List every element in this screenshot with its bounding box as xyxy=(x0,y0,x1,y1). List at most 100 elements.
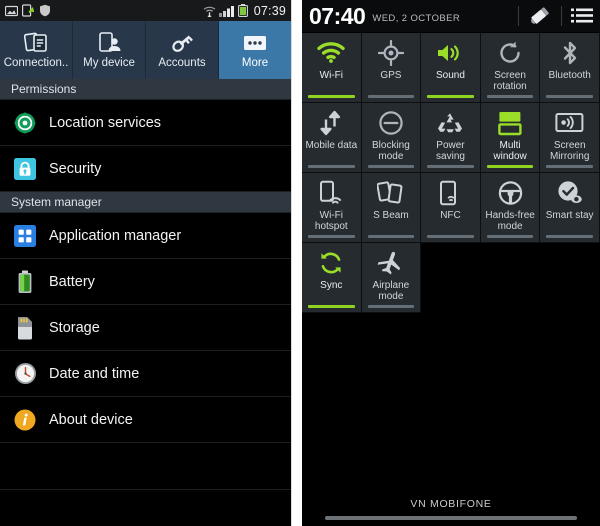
divider xyxy=(518,6,519,26)
tab-label: Connection.. xyxy=(3,57,69,69)
qs-tile-nfc[interactable]: NFC xyxy=(421,173,481,243)
qs-tile-status-bar xyxy=(308,165,355,168)
notification-list-icon[interactable] xyxy=(571,7,593,25)
settings-item-label: About device xyxy=(49,411,133,428)
qs-tile-blocking-mode[interactable]: Blocking mode xyxy=(361,103,422,173)
power-saving-icon xyxy=(436,106,464,140)
qs-tile-s-beam[interactable]: S Beam xyxy=(361,173,422,243)
qs-tile-screen-rotation[interactable]: Screen rotation xyxy=(480,33,541,103)
qs-tile-status-bar xyxy=(427,165,474,168)
qs-tile-status-bar xyxy=(427,95,474,98)
divider xyxy=(561,6,562,26)
qs-tile-status-bar xyxy=(308,235,355,238)
wifi-hotspot-icon xyxy=(318,176,344,210)
qs-tile-multi-window[interactable]: Multi window xyxy=(480,103,541,173)
qs-tile-label: Power saving xyxy=(436,140,465,162)
settings-item-storage[interactable]: Storage xyxy=(0,305,291,351)
status-bar: 07:39 xyxy=(0,0,291,21)
shield-icon xyxy=(39,4,51,17)
security-lock-icon xyxy=(12,156,38,182)
qs-tile-status-bar xyxy=(367,305,415,308)
qs-tile-airplane-mode[interactable]: Airplane mode xyxy=(361,243,422,313)
tab-my-device[interactable]: My device xyxy=(72,21,145,79)
tab-label: More xyxy=(241,57,269,69)
qs-tile-label: Multi window xyxy=(493,140,527,162)
tab-more[interactable]: More xyxy=(218,21,291,79)
qs-tile-label: Sound xyxy=(436,70,465,81)
status-bar-clock: 07:39 xyxy=(253,3,286,18)
wifi-weak-icon xyxy=(203,5,216,17)
panel-drag-handle[interactable] xyxy=(325,516,577,520)
tab-label: Accounts xyxy=(158,57,206,69)
connections-icon xyxy=(23,31,49,55)
settings-item-location-services[interactable]: Location services xyxy=(0,100,291,146)
blocking-mode-icon xyxy=(378,106,404,140)
qs-tile-label: Sync xyxy=(320,280,343,291)
quick-settings-header: 07:40 WED, 2 OCTOBER xyxy=(302,0,600,33)
qs-tile-smart-stay[interactable]: Smart stay xyxy=(540,173,600,243)
battery-icon xyxy=(237,4,248,17)
hands-free-icon xyxy=(497,176,524,210)
section-header-system-manager: System manager xyxy=(0,192,291,213)
tab-connections[interactable]: Connection.. xyxy=(0,21,72,79)
settings-item-label: Security xyxy=(49,160,102,177)
carrier-footer: VN MOBIFONE xyxy=(302,492,600,526)
settings-item-application-manager[interactable]: Application manager xyxy=(0,213,291,259)
settings-item-about-device[interactable]: About device xyxy=(0,397,291,443)
qs-tile-status-bar xyxy=(367,235,415,238)
screen-rotation-icon xyxy=(497,36,523,70)
qs-tile-label: Wi-Fi hotspot xyxy=(314,210,348,232)
storage-sdcard-icon xyxy=(12,315,38,341)
tab-label: My device xyxy=(83,57,135,69)
qs-tile-status-bar xyxy=(427,235,474,238)
qs-tile-sound[interactable]: Sound xyxy=(421,33,481,103)
tab-accounts[interactable]: Accounts xyxy=(145,21,218,79)
clear-all-icon[interactable] xyxy=(528,6,552,26)
qs-tile-status-bar xyxy=(546,95,593,98)
settings-item-date-and-time[interactable]: Date and time xyxy=(0,351,291,397)
settings-item-security[interactable]: Security xyxy=(0,146,291,192)
qs-tile-gps[interactable]: GPS xyxy=(361,33,422,103)
qs-tile-status-bar xyxy=(367,165,415,168)
quick-settings-header-actions xyxy=(509,0,593,32)
qs-tile-status-bar xyxy=(546,165,593,168)
qs-tile-mobile-data[interactable]: Mobile data xyxy=(302,103,362,173)
airplane-mode-icon xyxy=(377,246,405,280)
mobile-data-icon xyxy=(318,106,344,140)
qs-tile-hands-free-mode[interactable]: Hands-free mode xyxy=(480,173,541,243)
gps-icon xyxy=(377,36,404,70)
qs-tile-status-bar xyxy=(486,95,534,98)
settings-item-label: Location services xyxy=(49,114,162,131)
settings-tab-bar: Connection.. My device Accounts More xyxy=(0,21,291,79)
info-icon xyxy=(12,407,38,433)
qs-tile-status-bar xyxy=(486,235,534,238)
qs-tile-bluetooth[interactable]: Bluetooth xyxy=(540,33,600,103)
qs-tile-sync[interactable]: Sync xyxy=(302,243,362,313)
more-dots-icon xyxy=(242,31,268,55)
clock-icon xyxy=(12,361,38,387)
qs-tile-screen-mirroring[interactable]: Screen Mirroring xyxy=(540,103,600,173)
settings-item-battery[interactable]: Battery xyxy=(0,259,291,305)
status-bar-notification-icons xyxy=(5,4,51,17)
qs-tile-wifi[interactable]: Wi-Fi xyxy=(302,33,362,103)
qs-tile-status-bar xyxy=(308,305,355,308)
section-header-label: Permissions xyxy=(11,82,77,96)
bluetooth-icon xyxy=(560,36,580,70)
qs-tile-wifi-hotspot[interactable]: Wi-Fi hotspot xyxy=(302,173,362,243)
section-header-permissions: Permissions xyxy=(0,79,291,100)
list-empty-row xyxy=(0,490,291,526)
right-phone-quick-settings: 07:40 WED, 2 OCTOBER Wi-Fi GPS Sound Scr… xyxy=(302,0,600,526)
nfc-icon xyxy=(438,176,462,210)
accounts-key-icon xyxy=(170,31,195,55)
settings-item-label: Storage xyxy=(49,319,100,336)
list-empty-row xyxy=(0,443,291,490)
qs-tile-label: Hands-free mode xyxy=(485,210,535,232)
qs-tile-status-bar xyxy=(308,95,355,98)
qs-tile-power-saving[interactable]: Power saving xyxy=(421,103,481,173)
screen-mirroring-icon xyxy=(555,106,585,140)
battery-icon xyxy=(12,269,38,295)
settings-item-label: Date and time xyxy=(49,365,140,382)
qs-tile-label: Screen rotation xyxy=(493,70,527,92)
qs-tile-status-bar xyxy=(546,235,593,238)
carrier-label: VN MOBIFONE xyxy=(410,498,492,510)
